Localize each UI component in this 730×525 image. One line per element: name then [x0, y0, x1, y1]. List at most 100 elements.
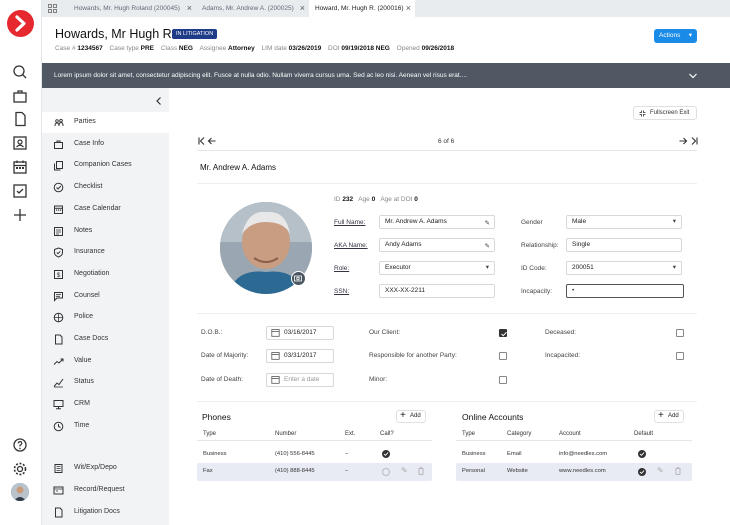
briefcase-icon[interactable] — [11, 87, 29, 105]
table-row[interactable]: Business (410) 556-8445 – — [197, 446, 432, 463]
edit-icon[interactable]: ✎ — [485, 218, 490, 230]
full-name-label[interactable]: Full Name: — [334, 219, 365, 226]
chevron-down-icon: ▾ — [672, 218, 676, 225]
tab-adams-200025[interactable]: Adams, Mr. Andrew A. (200025) × — [196, 0, 309, 17]
plus-icon: + — [658, 410, 664, 421]
death-label: Date of Death: — [201, 376, 243, 383]
sidebar-item-litigation-docs[interactable]: Litigation Docs — [42, 502, 169, 523]
search-icon[interactable] — [11, 63, 29, 81]
fullscreen-exit-button[interactable]: Fullscreen Exit — [633, 106, 697, 120]
case-meta: Case # 1234567 Case type PRE Class NEG A… — [55, 45, 455, 52]
minor-checkbox[interactable] — [499, 376, 507, 384]
user-avatar[interactable] — [11, 483, 29, 501]
gear-icon[interactable] — [11, 460, 29, 478]
sidebar-item-companion-cases[interactable]: Companion Cases — [42, 155, 169, 176]
document-icon[interactable] — [11, 110, 29, 128]
deceased-checkbox[interactable] — [676, 329, 684, 337]
grid-icon[interactable] — [48, 4, 57, 13]
chat-icon — [53, 291, 64, 302]
plus-icon[interactable] — [11, 206, 29, 224]
app-logo[interactable] — [7, 10, 34, 37]
sidebar-item-notes[interactable]: Notes — [42, 221, 169, 242]
record-icon — [53, 485, 64, 496]
close-icon[interactable]: × — [187, 0, 192, 17]
sidebar-item-police[interactable]: Police — [42, 307, 169, 328]
table-row[interactable]: Fax (410) 888-8445 – ✎ — [197, 463, 432, 481]
ssn-field[interactable]: XXX-XX-2211 — [379, 284, 495, 298]
gender-select[interactable]: Male ▾ — [566, 215, 682, 229]
table-row[interactable]: Business Email info@needles.com — [456, 446, 692, 463]
column-header: Ext. — [345, 431, 356, 437]
chevron-down-icon[interactable] — [688, 71, 698, 81]
death-date-field[interactable]: Enter a date — [266, 373, 334, 387]
sidebar-item-case-info[interactable]: Case Info — [42, 134, 169, 155]
chevron-down-icon: ▾ — [672, 264, 676, 271]
edit-icon[interactable]: ✎ — [657, 466, 664, 475]
app-rail — [0, 0, 42, 525]
id-code-select[interactable]: 200051 ▾ — [566, 261, 682, 275]
sidebar-item-value[interactable]: Value — [42, 351, 169, 372]
add-account-button[interactable]: + Add — [654, 410, 684, 423]
first-page-icon[interactable] — [197, 136, 207, 146]
contact-icon[interactable] — [11, 134, 29, 152]
aka-name-field[interactable]: Andy Adams ✎ — [379, 238, 495, 252]
sidebar-item-record-request[interactable]: Record/Request — [42, 480, 169, 501]
sidebar-item-insurance[interactable]: Insurance — [42, 242, 169, 263]
dob-label: D.O.B.: — [201, 329, 223, 336]
add-phone-button[interactable]: + Add — [396, 410, 426, 423]
column-header: Category — [507, 431, 532, 437]
incapacity-field[interactable]: • — [566, 284, 684, 298]
responsible-checkbox[interactable] — [499, 352, 507, 360]
ssn-label[interactable]: SSN: — [334, 288, 349, 295]
sidebar-item-wit-exp-depo[interactable]: Wit/Exp/Depo — [42, 458, 169, 479]
tab-howards-200045[interactable]: Howards, Mr. Hugh Roland (200045) × — [68, 0, 196, 17]
role-label[interactable]: Role: — [334, 265, 349, 272]
calendar-icon[interactable] — [11, 158, 29, 176]
sidebar-item-checklist[interactable]: Checklist — [42, 177, 169, 198]
our-client-checkbox[interactable] — [499, 329, 507, 337]
sidebar-item-case-docs[interactable]: Case Docs — [42, 329, 169, 350]
edit-icon[interactable]: ✎ — [401, 466, 408, 475]
sidebar-item-crm[interactable]: CRM — [42, 394, 169, 415]
majority-date-field[interactable]: 03/31/2017 — [266, 349, 334, 363]
camera-icon[interactable] — [291, 271, 306, 286]
next-page-icon[interactable] — [678, 136, 688, 146]
full-name-field[interactable]: Mr. Andrew A. Adams ✎ — [379, 215, 495, 229]
close-icon[interactable]: × — [406, 0, 411, 17]
sidebar-item-time[interactable]: Time — [42, 416, 169, 437]
collapse-sidebar-icon[interactable] — [154, 96, 164, 106]
edit-icon[interactable]: ✎ — [485, 241, 490, 253]
role-select[interactable]: Executor ▾ — [379, 261, 495, 275]
trash-icon[interactable] — [675, 467, 681, 475]
copy-icon — [53, 160, 64, 171]
prev-page-icon[interactable] — [207, 136, 217, 146]
actions-button[interactable]: Actions ▾ — [654, 29, 697, 43]
case-sidebar: Parties Case Info Companion Cases Checklist… — [42, 88, 169, 525]
help-icon[interactable] — [11, 436, 29, 454]
id-row: ID 232 Age 0 Age at DOI 0 — [334, 196, 418, 203]
id-code-label: ID Code: — [521, 265, 547, 272]
aka-name-label[interactable]: AKA Name: — [334, 242, 368, 249]
sidebar-item-case-calendar[interactable]: Case Calendar — [42, 199, 169, 220]
sidebar-item-counsel[interactable]: Counsel — [42, 286, 169, 307]
last-page-icon[interactable] — [689, 136, 699, 146]
tab-howard-200016[interactable]: Howard, Mr. Hugh R. (200016) × — [309, 0, 415, 17]
sidebar-item-status[interactable]: Status — [42, 372, 169, 393]
column-header: Account — [559, 431, 581, 437]
check-circle-icon — [382, 450, 390, 458]
sidebar-item-parties[interactable]: Parties — [42, 112, 169, 133]
sidebar-item-label: Value — [74, 356, 92, 364]
close-icon[interactable]: × — [300, 0, 305, 17]
relationship-field[interactable]: Single — [566, 238, 682, 252]
sidebar-item-negotiation[interactable]: $ Negotiation — [42, 264, 169, 285]
page-title: Howards, Mr Hugh R. — [55, 27, 176, 41]
pager-text: 6 of 6 — [438, 138, 455, 145]
case-header: Howards, Mr Hugh R. IN LITIGATION Case #… — [42, 17, 730, 63]
tasks-icon[interactable] — [11, 182, 29, 200]
incapacited-checkbox[interactable] — [676, 352, 684, 360]
sidebar-item-label: Status — [74, 378, 94, 386]
table-row[interactable]: Personal Website www.needles.com ✎ — [456, 463, 692, 481]
chevron-down-icon: ▾ — [485, 264, 489, 271]
trash-icon[interactable] — [418, 467, 424, 475]
dob-field[interactable]: 03/16/2017 — [266, 326, 334, 340]
